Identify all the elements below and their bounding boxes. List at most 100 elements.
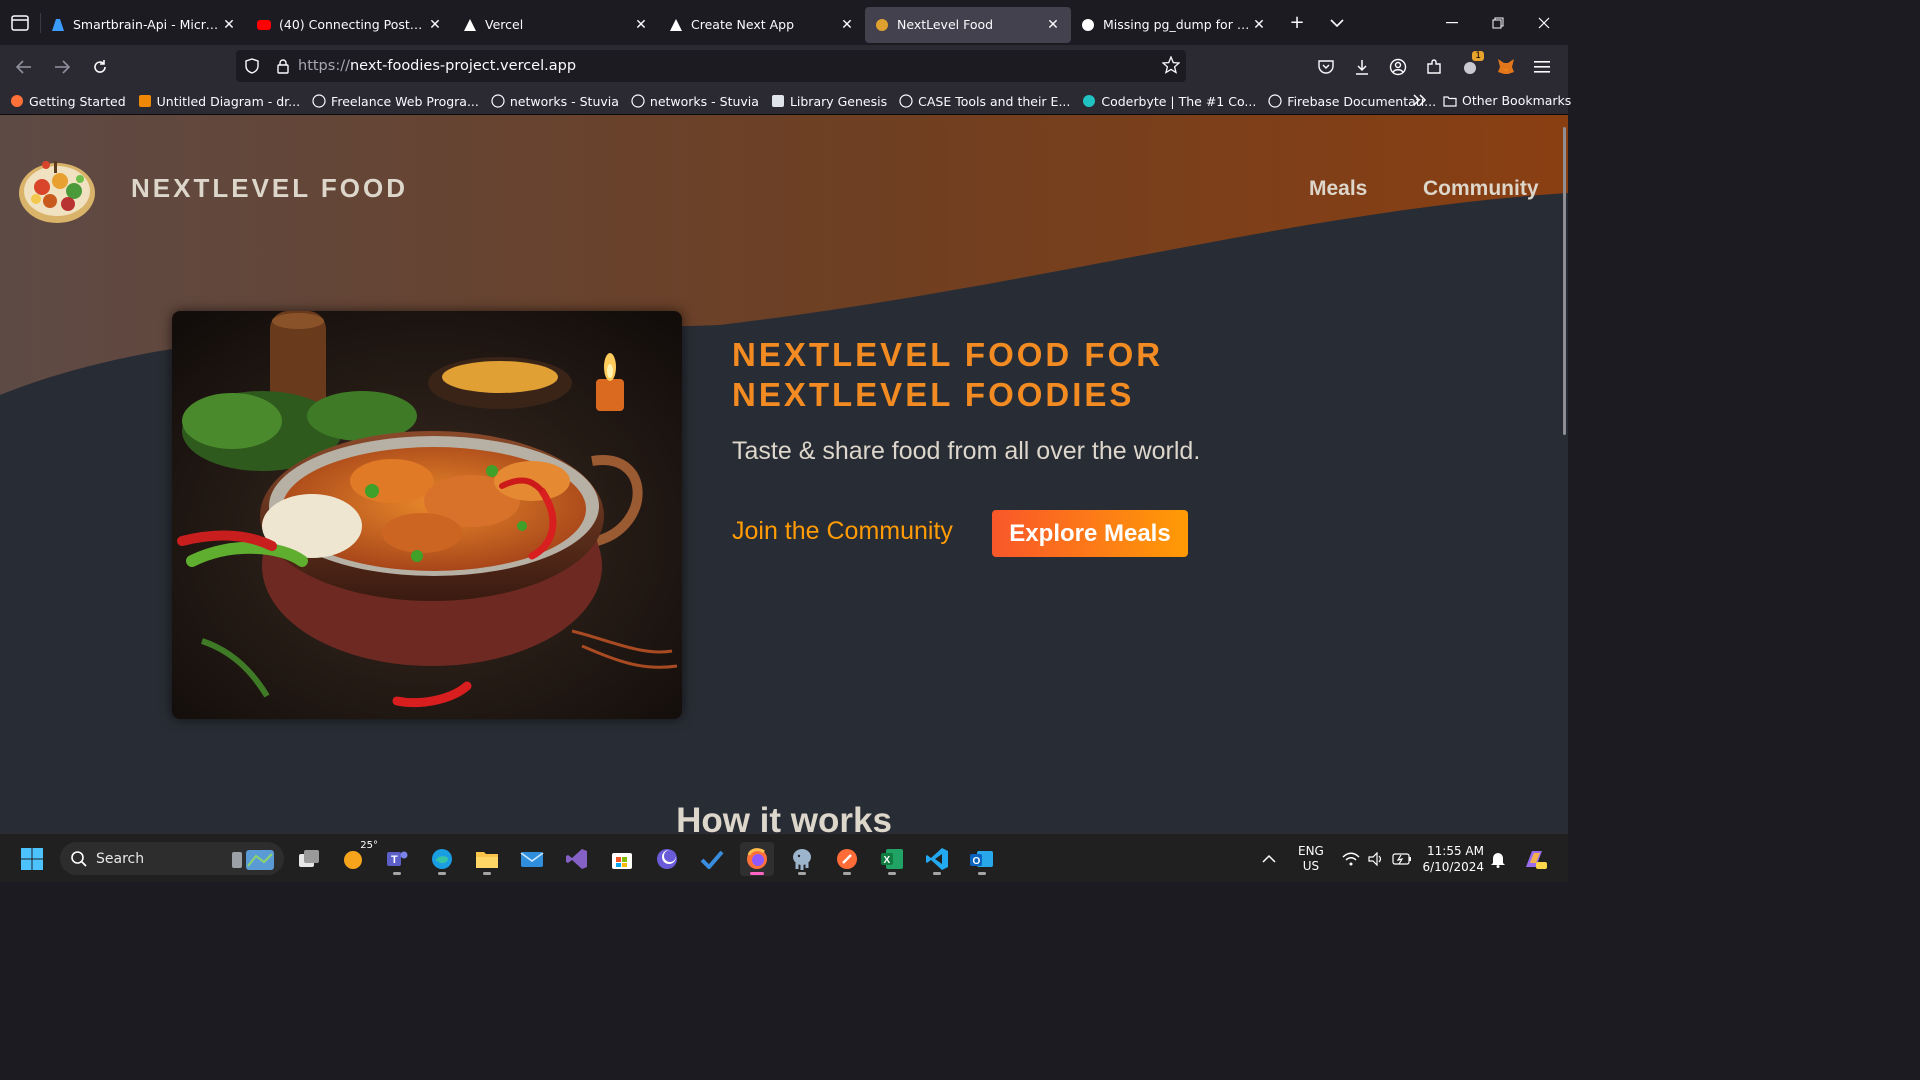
visual-studio-app[interactable] [560,842,594,876]
close-tab-icon[interactable]: ✕ [221,17,237,33]
firefox-app[interactable] [740,842,774,876]
browser-tab[interactable]: NextLevel Food ✕ [865,6,1071,43]
metamask-button[interactable] [1488,49,1524,85]
firefox-view-button[interactable] [0,0,40,45]
extensions-button[interactable] [1416,49,1452,85]
close-tab-icon[interactable]: ✕ [1045,17,1061,33]
minimize-button[interactable] [1429,0,1475,45]
weather-temperature: 25° [360,840,378,851]
bookmark-label: Coderbyte | The #1 Co... [1101,93,1257,109]
checkmark-icon [700,850,724,869]
vscode-app[interactable] [920,842,954,876]
clock[interactable]: 11:55 AM 6/10/2024 [1420,834,1484,883]
forward-button[interactable] [44,49,80,85]
notifications-button[interactable] [1490,834,1506,883]
running-indicator [393,872,401,875]
outlook-app[interactable]: O [965,842,999,876]
language-indicator[interactable]: ENG US [1298,834,1324,883]
restore-button[interactable] [1475,0,1521,45]
start-button[interactable] [15,842,49,876]
eclipse-app[interactable] [650,842,684,876]
shield-icon[interactable] [236,58,268,74]
bookmark-item[interactable]: Untitled Diagram - dr... [138,94,300,109]
postman-app[interactable] [830,842,864,876]
todo-app[interactable] [695,842,729,876]
downloads-button[interactable] [1344,49,1380,85]
close-tab-icon[interactable]: ✕ [633,17,649,33]
microsoft-store-app[interactable] [605,842,639,876]
bookmark-item[interactable]: Freelance Web Progra... [312,94,479,109]
restore-icon [1492,17,1504,28]
bookmark-item[interactable]: Getting Started [10,94,126,109]
show-hidden-icons-button[interactable] [1262,834,1276,883]
close-tab-icon[interactable]: ✕ [427,17,443,33]
close-tab-icon[interactable]: ✕ [839,17,855,33]
navigation-toolbar: https://next-foodies-project.vercel.app … [0,45,1568,88]
bookmark-item[interactable]: Coderbyte | The #1 Co... [1082,94,1256,109]
browser-tab[interactable]: Missing pg_dump for backu✕ [1071,7,1277,43]
url-bar[interactable]: https://next-foodies-project.vercel.app [236,50,1186,82]
system-status-icons[interactable] [1342,834,1412,883]
bookmark-star-icon[interactable] [1161,55,1181,78]
excel-app[interactable]: X [875,842,909,876]
url-host: next-foodies-project.vercel.app [349,58,577,74]
wifi-icon [1342,852,1360,865]
hero-subtitle: Taste & share food from all over the wor… [732,437,1201,465]
bookmark-label: Getting Started [29,93,126,109]
keyboard-region: US [1302,858,1320,873]
explore-meals-button[interactable]: Explore Meals [992,510,1188,557]
taskbar-search[interactable]: Search [60,842,284,875]
edge-icon [432,849,452,869]
extension-button[interactable]: 1 [1452,49,1488,85]
teams-app[interactable]: T [380,842,414,876]
brand-name[interactable]: NEXTLEVEL FOOD [131,173,408,204]
browser-tab[interactable]: (40) Connecting PostgreSQL✕ [247,7,453,43]
pocket-button[interactable] [1308,49,1344,85]
back-button[interactable] [6,49,42,85]
weather-widget[interactable]: 25° [336,840,378,876]
bookmark-item[interactable]: networks - Stuvia [631,94,759,109]
brand-logo[interactable] [16,149,98,231]
windows-taskbar: Search 25° T X O ENG US 11:55 AM 6/10/20… [0,833,1568,882]
browser-tab[interactable]: Create Next App ✕ [659,7,865,43]
mail-app[interactable] [515,842,549,876]
bookmark-label: networks - Stuvia [649,93,759,109]
battery-icon [1392,852,1411,865]
lock-icon[interactable] [268,58,298,74]
bookmark-item[interactable]: networks - Stuvia [491,94,619,109]
bookmark-item[interactable]: Library Genesis [771,94,887,109]
account-button[interactable] [1380,49,1416,85]
page-scrollbar[interactable] [1562,115,1568,833]
bookmark-item[interactable]: CASE Tools and their E... [899,94,1070,109]
pgadmin-app[interactable] [785,842,819,876]
app-menu-button[interactable] [1524,49,1560,85]
browser-tab[interactable]: Smartbrain-Api - Microsoft ✕ [41,7,247,43]
other-bookmarks[interactable]: Other Bookmarks [1443,93,1571,108]
close-window-button[interactable] [1521,0,1567,45]
close-tab-icon[interactable]: ✕ [1251,17,1267,33]
close-icon [1538,17,1550,28]
copilot-button[interactable] [1522,834,1548,883]
bookmark-label: networks - Stuvia [509,93,619,109]
folder-icon [1443,95,1457,107]
nav-link-community[interactable]: Community [1423,177,1539,201]
scrollbar-thumb[interactable] [1563,127,1566,435]
join-community-link[interactable]: Join the Community [732,517,953,546]
list-all-tabs-button[interactable] [1317,0,1357,45]
reload-button[interactable] [82,49,118,85]
arrow-right-icon [55,59,70,74]
file-explorer-app[interactable] [470,842,504,876]
youtube-icon [257,19,271,30]
excel-icon: X [881,849,903,869]
svg-text:T: T [391,854,398,866]
web-page: NEXTLEVEL FOOD Meals Community NEXTLEVEL… [0,115,1568,833]
edge-app[interactable] [425,842,459,876]
nav-link-meals[interactable]: Meals [1309,177,1367,201]
new-tab-button[interactable]: + [1277,0,1317,45]
more-bookmarks-chevron-icon[interactable] [1412,93,1428,110]
browser-tab[interactable]: Vercel ✕ [453,7,659,43]
task-view-button[interactable] [292,842,326,876]
account-icon [1389,58,1407,75]
arrow-left-icon [16,59,31,74]
bookmark-item[interactable]: Firebase Documentati... [1268,94,1436,109]
